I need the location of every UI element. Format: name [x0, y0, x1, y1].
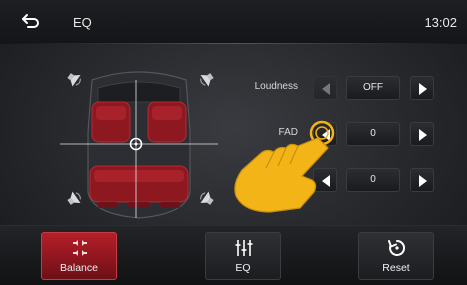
- car-seat-diagram[interactable]: [60, 62, 218, 222]
- pointing-hand-icon: [230, 118, 340, 213]
- reset-icon: [388, 239, 406, 256]
- back-button[interactable]: [20, 12, 42, 32]
- loudness-label: Loudness: [254, 81, 298, 92]
- tab-eq[interactable]: EQ: [205, 232, 281, 280]
- fad-value: 0: [346, 122, 400, 146]
- balance-speakers-icon: [73, 240, 87, 256]
- clock: 13:02: [424, 15, 457, 30]
- arrow-left-icon: [322, 83, 330, 95]
- tab-reset[interactable]: Reset: [358, 232, 434, 280]
- eq-balance-screen: EQ 13:02 Loudness OFF FAD 0 0 Balance EQ…: [0, 0, 467, 285]
- bal-right-button[interactable]: [410, 168, 434, 192]
- back-arrow-icon: [22, 14, 39, 28]
- fad-right-button[interactable]: [410, 122, 434, 146]
- arrow-right-icon: [419, 129, 427, 141]
- arrow-right-icon: [419, 175, 427, 187]
- page-title: EQ: [73, 15, 92, 30]
- divider: [0, 43, 467, 44]
- tab-reset-label: Reset: [382, 262, 410, 274]
- tab-eq-label: EQ: [235, 262, 251, 274]
- loudness-right-button[interactable]: [410, 76, 434, 100]
- loudness-value: OFF: [346, 76, 400, 100]
- tab-balance-label: Balance: [60, 262, 98, 274]
- equalizer-sliders-icon: [235, 240, 253, 256]
- top-bar: EQ 13:02: [0, 0, 467, 44]
- arrow-right-icon: [419, 83, 427, 95]
- bal-value: 0: [346, 168, 400, 192]
- tab-balance[interactable]: Balance: [41, 232, 117, 280]
- loudness-left-button[interactable]: [313, 76, 337, 100]
